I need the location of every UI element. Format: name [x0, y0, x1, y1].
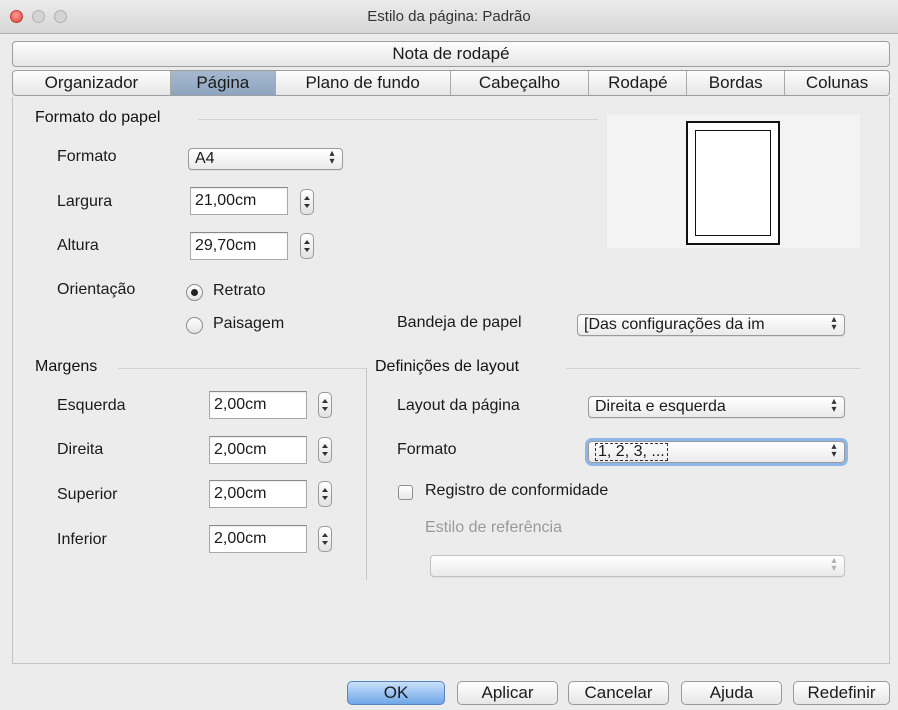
margins-heading: Margens	[35, 358, 98, 375]
portrait-label: Retrato	[213, 282, 266, 299]
tab-row-main: Organizador Página Plano de fundo Cabeça…	[12, 70, 890, 96]
margin-top-stepper[interactable]	[318, 481, 332, 507]
width-input[interactable]: 21,00cm	[190, 187, 288, 215]
margin-right-stepper[interactable]	[318, 437, 332, 463]
select-arrows-icon: ▴ ▾	[831, 314, 837, 333]
margin-top-input[interactable]: 2,00cm	[209, 480, 307, 508]
page-preview-sheet	[686, 121, 780, 245]
paper-tray-value: [Das configurações da im	[584, 316, 765, 333]
orientation-label: Orientação	[57, 281, 136, 298]
paper-format-select[interactable]: A4 ▴ ▾	[188, 148, 343, 170]
paper-tray-label: Bandeja de papel	[397, 314, 522, 331]
numbering-format-value: 1, 2, 3, ...	[595, 443, 668, 461]
tab-organizador[interactable]: Organizador	[13, 71, 171, 95]
margin-right-input[interactable]: 2,00cm	[209, 436, 307, 464]
page-preview	[607, 115, 860, 248]
page-layout-value: Direita e esquerda	[595, 398, 726, 415]
width-stepper[interactable]	[300, 189, 314, 215]
title-bar: Estilo da página: Padrão	[0, 0, 898, 34]
tab-rodape[interactable]: Rodapé	[589, 71, 688, 95]
register-true-checkbox[interactable]	[398, 485, 413, 500]
width-label: Largura	[57, 193, 113, 210]
height-label: Altura	[57, 237, 99, 254]
paper-format-heading: Formato do papel	[35, 109, 161, 126]
margins-divider	[118, 368, 366, 369]
paper-format-divider	[198, 119, 598, 120]
margin-left-stepper[interactable]	[318, 392, 332, 418]
portrait-radio[interactable]	[186, 284, 203, 301]
tab-row-top: Nota de rodapé	[12, 41, 890, 67]
numbering-format-select[interactable]: 1, 2, 3, ... ▴ ▾	[588, 441, 845, 463]
register-true-label: Registro de conformidade	[425, 482, 609, 499]
select-arrows-icon: ▴ ▾	[831, 441, 837, 460]
paper-format-label: Formato	[57, 148, 117, 165]
layout-divider	[566, 368, 860, 369]
window-title: Estilo da página: Padrão	[367, 8, 531, 25]
height-input[interactable]: 29,70cm	[190, 232, 288, 260]
tab-nota-de-rodape[interactable]: Nota de rodapé	[13, 42, 889, 66]
tab-pagina[interactable]: Página	[170, 71, 276, 95]
tab-plano-de-fundo[interactable]: Plano de fundo	[276, 71, 451, 95]
tab-colunas[interactable]: Colunas	[785, 71, 889, 95]
height-stepper[interactable]	[300, 233, 314, 259]
help-button[interactable]: Ajuda	[681, 681, 782, 705]
page-layout-label: Layout da página	[397, 397, 520, 414]
reset-button[interactable]: Redefinir	[793, 681, 890, 705]
numbering-format-label: Formato	[397, 441, 457, 458]
landscape-label: Paisagem	[213, 315, 285, 332]
paper-tray-select[interactable]: [Das configurações da im ▴ ▾	[577, 314, 845, 336]
margin-right-label: Direita	[57, 441, 104, 458]
tab-bordas[interactable]: Bordas	[687, 71, 786, 95]
reference-style-label: Estilo de referência	[425, 519, 562, 536]
tab-cabecalho[interactable]: Cabeçalho	[451, 71, 590, 95]
select-arrows-icon: ▴ ▾	[831, 396, 837, 415]
section-vertical-divider	[366, 368, 367, 580]
select-arrows-icon: ▴ ▾	[329, 148, 335, 167]
margin-top-label: Superior	[57, 486, 118, 503]
layout-heading: Definições de layout	[375, 358, 520, 375]
cancel-button[interactable]: Cancelar	[568, 681, 669, 705]
dialog-window: Estilo da página: Padrão Nota de rodapé …	[0, 0, 898, 710]
reference-style-select[interactable]: ▴ ▾	[430, 555, 845, 577]
apply-button[interactable]: Aplicar	[457, 681, 558, 705]
ok-button[interactable]: OK	[347, 681, 445, 705]
page-preview-margins	[695, 130, 771, 236]
margin-left-input[interactable]: 2,00cm	[209, 391, 307, 419]
page-layout-select[interactable]: Direita e esquerda ▴ ▾	[588, 396, 845, 418]
landscape-radio[interactable]	[186, 317, 203, 334]
margin-bottom-stepper[interactable]	[318, 526, 332, 552]
margin-left-label: Esquerda	[57, 397, 126, 414]
select-arrows-icon: ▴ ▾	[831, 555, 837, 574]
paper-format-value: A4	[195, 150, 215, 167]
margin-bottom-input[interactable]: 2,00cm	[209, 525, 307, 553]
margin-bottom-label: Inferior	[57, 531, 107, 548]
